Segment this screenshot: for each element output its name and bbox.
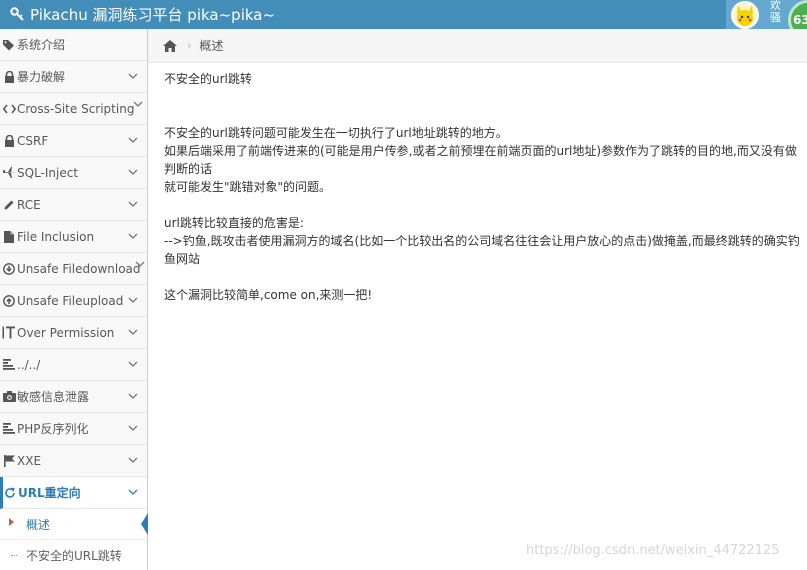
sidebar-item-csrf[interactable]: CSRF bbox=[0, 125, 147, 157]
sidebar-item-label: File Inclusion bbox=[17, 229, 95, 244]
sidebar-item-label: SQL-Inject bbox=[17, 165, 79, 180]
sidebar-item-over-permission[interactable]: Over Permission bbox=[0, 317, 147, 349]
sidebar-item-xss[interactable]: Cross-Site Scripting bbox=[0, 93, 147, 125]
sidebar-item-url-redirect[interactable]: URL重定向 bbox=[0, 477, 147, 509]
sidebar-item-label: PHP反序列化 bbox=[17, 422, 89, 436]
sidebar-subitem-overview[interactable]: 概述 bbox=[0, 509, 148, 540]
lock-icon bbox=[2, 70, 16, 84]
chevron-down-icon bbox=[128, 137, 138, 143]
top-navbar: Pikachu 漏洞练习平台 pika~pika~ 欢 骚 bbox=[0, 0, 807, 29]
tree-line bbox=[11, 555, 17, 556]
chevron-down-icon bbox=[128, 73, 138, 79]
content-paragraph: 就可能发生"跳错对象"的问题。 bbox=[164, 180, 332, 194]
sidebar-item-bruteforce[interactable]: 暴力破解 bbox=[0, 61, 147, 93]
sidebar-item-label: RCE bbox=[17, 197, 41, 212]
chevron-down-icon bbox=[135, 261, 145, 267]
chevron-down-icon bbox=[128, 489, 138, 495]
sidebar-item-label: 敏感信息泄露 bbox=[17, 390, 90, 404]
align-icon bbox=[2, 422, 16, 436]
content-paragraph: url跳转比较直接的危害是: bbox=[164, 216, 304, 230]
key-icon bbox=[10, 7, 24, 21]
sidebar-item-info-leak[interactable]: 敏感信息泄露 bbox=[0, 381, 147, 413]
welcome-text: 欢 骚 bbox=[770, 0, 790, 24]
brand[interactable]: Pikachu 漏洞练习平台 pika~pika~ bbox=[10, 2, 275, 26]
sidebar-item-php-unserialize[interactable]: PHP反序列化 bbox=[0, 413, 147, 445]
content-paragraph: 不安全的url跳转问题可能发生在一切执行了url地址跳转的地方。 bbox=[164, 126, 508, 140]
sidebar-item-directory-traversal[interactable]: ../../ bbox=[0, 349, 147, 381]
chevron-down-icon bbox=[128, 297, 138, 303]
content-paragraph: -->钓鱼,既攻击者使用漏洞方的域名(比如一个比较出名的公司域名往往会让用户放心… bbox=[164, 234, 800, 266]
active-indicator bbox=[141, 513, 148, 535]
chevron-down-icon bbox=[128, 457, 138, 463]
sidebar-item-xxe[interactable]: XXE bbox=[0, 445, 147, 477]
chevron-down-icon bbox=[128, 201, 138, 207]
align-icon bbox=[2, 358, 16, 372]
plane-icon bbox=[2, 166, 16, 180]
refresh-icon bbox=[3, 486, 17, 500]
download-icon bbox=[2, 262, 16, 276]
chevron-down-icon bbox=[128, 169, 138, 175]
sidebar-item-label: 暴力破解 bbox=[17, 70, 66, 84]
sidebar-item-sqli[interactable]: SQL-Inject bbox=[0, 157, 147, 189]
chevron-down-icon bbox=[133, 101, 143, 107]
page-title: 不安全的url跳转 bbox=[164, 72, 252, 86]
avatar[interactable] bbox=[731, 1, 759, 29]
sidebar-item-label: Unsafe Filedownload bbox=[17, 261, 141, 276]
caret-right-icon bbox=[9, 518, 14, 526]
sidebar-item-unsafe-filedownload[interactable]: Unsafe Filedownload bbox=[0, 253, 147, 285]
sidebar-subitem-unsafe-url-redirect[interactable]: 不安全的URL跳转 bbox=[0, 540, 147, 570]
watermark: https://blog.csdn.net/weixin_44722125 bbox=[526, 543, 780, 558]
sidebar-item-label: Over Permission bbox=[17, 325, 115, 340]
chevron-down-icon bbox=[128, 393, 138, 399]
chevron-down-icon bbox=[128, 425, 138, 431]
sidebar-item-label: Cross-Site Scripting bbox=[17, 101, 135, 116]
main-content: 不安全的url跳转 不安全的url跳转问题可能发生在一切执行了url地址跳转的地… bbox=[164, 70, 800, 304]
content-paragraph: 这个漏洞比较简单,come on,来测一把! bbox=[164, 288, 373, 302]
sidebar-item-label: 系统介绍 bbox=[17, 38, 66, 52]
home-icon[interactable] bbox=[163, 39, 177, 52]
flag-icon bbox=[2, 454, 16, 468]
breadcrumb: › 概述 bbox=[148, 29, 807, 63]
sidebar-item-rce[interactable]: RCE bbox=[0, 189, 147, 221]
file-icon bbox=[2, 230, 16, 244]
brand-title: Pikachu 漏洞练习平台 pika~pika~ bbox=[30, 5, 276, 24]
chevron-down-icon bbox=[128, 233, 138, 239]
sidebar-item-unsafe-fileupload[interactable]: Unsafe Fileupload bbox=[0, 285, 147, 317]
breadcrumb-current: 概述 bbox=[199, 39, 224, 53]
code-icon bbox=[2, 102, 16, 116]
upload-icon bbox=[2, 294, 16, 308]
chevron-down-icon bbox=[128, 329, 138, 335]
lock-icon bbox=[2, 134, 16, 148]
welcome-line-2: 骚 bbox=[770, 11, 781, 24]
sidebar: 系统介绍 暴力破解 Cross-Site Scripting CSRF SQL-… bbox=[0, 29, 148, 570]
sidebar-item-label: XXE bbox=[17, 453, 42, 468]
sidebar-subitem-label: 概述 bbox=[26, 517, 51, 532]
sidebar-item-intro[interactable]: 系统介绍 bbox=[0, 29, 147, 61]
text-icon bbox=[2, 326, 16, 340]
sidebar-item-label: Unsafe Fileupload bbox=[17, 293, 124, 308]
sidebar-item-label: ../../ bbox=[17, 357, 41, 372]
breadcrumb-separator: › bbox=[187, 39, 192, 52]
sidebar-item-label: URL重定向 bbox=[18, 486, 81, 500]
camera-icon bbox=[2, 390, 16, 404]
pikachu-avatar-icon bbox=[737, 5, 753, 26]
sidebar-subitem-label: 不安全的URL跳转 bbox=[26, 548, 122, 563]
sidebar-item-file-inclusion[interactable]: File Inclusion bbox=[0, 221, 147, 253]
sidebar-item-label: CSRF bbox=[17, 133, 49, 148]
content-paragraph: 如果后端采用了前端传进来的(可能是用户传参,或者之前预埋在前端页面的url地址)… bbox=[164, 144, 797, 176]
pencil-icon bbox=[2, 198, 16, 212]
tags-icon bbox=[2, 38, 16, 52]
chevron-down-icon bbox=[128, 361, 138, 367]
